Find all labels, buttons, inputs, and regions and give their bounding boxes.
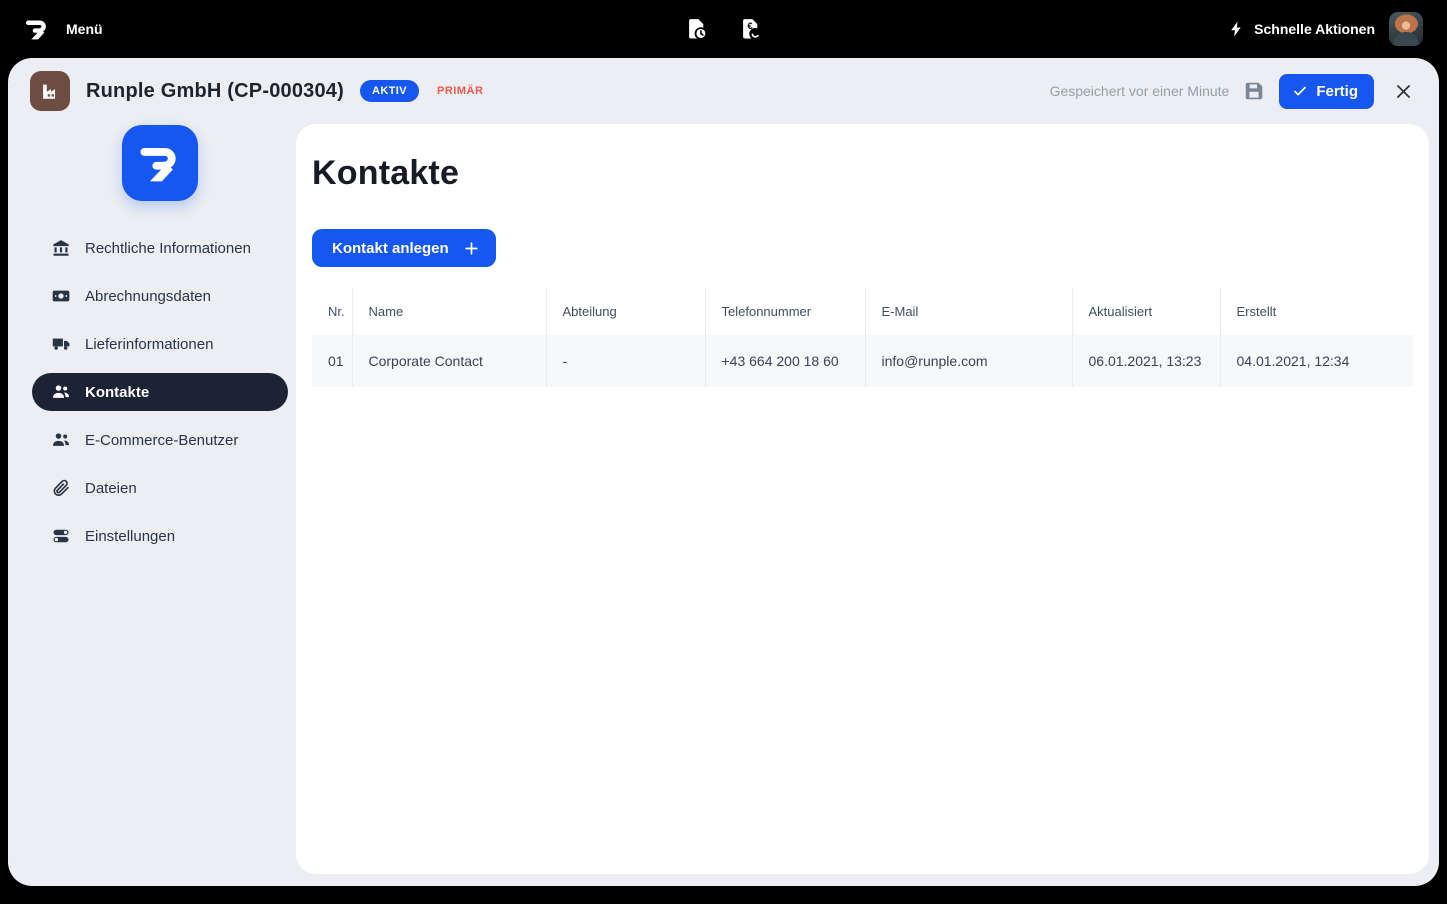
create-contact-label: Kontakt anlegen — [332, 240, 449, 257]
column-header-abteilung: Abteilung — [546, 287, 705, 335]
page-title: Kontakte — [312, 154, 1413, 193]
cell-aktualisiert: 06.01.2021, 13:23 — [1072, 335, 1220, 387]
column-header-telefonnummer: Telefonnummer — [705, 287, 865, 335]
table-row[interactable]: 01 Corporate Contact - +43 664 200 18 60… — [312, 335, 1413, 387]
create-contact-button[interactable]: Kontakt anlegen — [312, 229, 496, 267]
done-button[interactable]: Fertig — [1279, 74, 1374, 109]
company-icon — [30, 71, 70, 111]
column-header-nr: Nr. — [312, 287, 352, 335]
column-header-email: E-Mail — [865, 287, 1072, 335]
column-header-name: Name — [352, 287, 546, 335]
sidebar-item-lieferinformationen[interactable]: Lieferinformationen — [32, 325, 288, 363]
sidebar-item-einstellungen[interactable]: Einstellungen — [32, 517, 288, 555]
lightning-icon — [1228, 19, 1245, 39]
sidebar-item-kontakte[interactable]: Kontakte — [32, 373, 288, 411]
quick-actions-label: Schnelle Aktionen — [1254, 21, 1375, 37]
users-icon — [50, 382, 72, 402]
contacts-panel: Kontakte Kontakt anlegen Nr. Name Abteil… — [296, 124, 1429, 874]
bank-icon — [50, 238, 72, 258]
close-icon[interactable] — [1394, 82, 1413, 101]
user-avatar[interactable] — [1389, 12, 1423, 46]
sidebar-item-label: Lieferinformationen — [85, 336, 213, 353]
sidebar-item-rechtliche-informationen[interactable]: Rechtliche Informationen — [32, 229, 288, 267]
paperclip-icon — [50, 478, 72, 498]
saved-status: Gespeichert vor einer Minute — [1050, 83, 1230, 99]
runple-logo-large — [122, 125, 198, 201]
cell-abteilung: - — [546, 335, 705, 387]
sidebar-item-dateien[interactable]: Dateien — [32, 469, 288, 507]
primary-badge: PRIMÄR — [437, 85, 483, 97]
cell-erstellt: 04.01.2021, 12:34 — [1220, 335, 1413, 387]
done-button-label: Fertig — [1316, 83, 1358, 100]
cell-telefonnummer: +43 664 200 18 60 — [705, 335, 865, 387]
topbar: Menü € Schnelle Aktionen — [0, 0, 1447, 58]
sidebar-nav: Rechtliche Informationen Abrechnungsdate… — [8, 229, 296, 555]
cell-name: Corporate Contact — [352, 335, 546, 387]
sidebar-item-label: Abrechnungsdaten — [85, 288, 211, 305]
save-icon[interactable] — [1243, 80, 1265, 102]
contacts-table: Nr. Name Abteilung Telefonnummer E-Mail … — [312, 287, 1413, 387]
table-header-row: Nr. Name Abteilung Telefonnummer E-Mail … — [312, 287, 1413, 335]
quick-actions-button[interactable]: Schnelle Aktionen — [1228, 19, 1375, 39]
cell-nr: 01 — [312, 335, 352, 387]
banknote-icon — [50, 286, 72, 306]
app-panel: Runple GmbH (CP-000304) AKTIV PRIMÄR Ges… — [8, 58, 1439, 886]
sidebar-item-label: Einstellungen — [85, 528, 175, 545]
sidebar-item-abrechnungsdaten[interactable]: Abrechnungsdaten — [32, 277, 288, 315]
toggles-icon — [50, 526, 72, 546]
cell-email: info@runple.com — [865, 335, 1072, 387]
sidebar-item-ecommerce-benutzer[interactable]: E-Commerce-Benutzer — [32, 421, 288, 459]
sidebar-item-label: Kontakte — [85, 384, 149, 401]
sidebar-item-label: E-Commerce-Benutzer — [85, 432, 238, 449]
file-clock-icon[interactable] — [683, 15, 711, 43]
file-euro-icon[interactable]: € — [737, 15, 765, 43]
plus-icon — [463, 240, 480, 257]
sidebar: Rechtliche Informationen Abrechnungsdate… — [8, 124, 296, 886]
column-header-aktualisiert: Aktualisiert — [1072, 287, 1220, 335]
menu-button[interactable]: Menü — [66, 21, 103, 37]
sidebar-item-label: Rechtliche Informationen — [85, 240, 251, 257]
runple-logo[interactable] — [24, 16, 50, 42]
status-badge: AKTIV — [360, 80, 419, 102]
record-header: Runple GmbH (CP-000304) AKTIV PRIMÄR Ges… — [8, 58, 1439, 124]
record-title: Runple GmbH (CP-000304) — [86, 80, 344, 103]
users-icon — [50, 430, 72, 450]
sidebar-item-label: Dateien — [85, 480, 137, 497]
truck-icon — [50, 334, 72, 354]
column-header-erstellt: Erstellt — [1220, 287, 1413, 335]
